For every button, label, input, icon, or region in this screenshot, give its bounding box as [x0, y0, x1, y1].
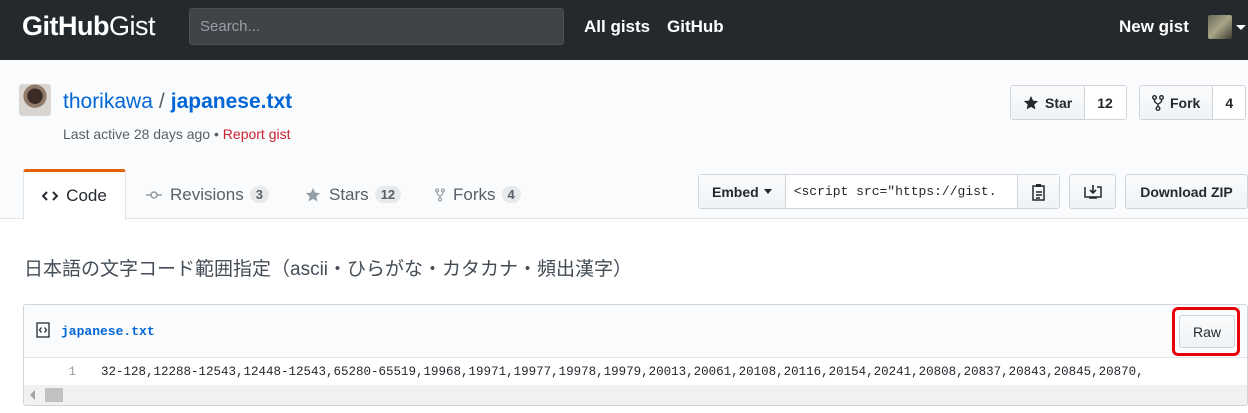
download-button[interactable] [1069, 174, 1116, 209]
chevron-down-icon [763, 189, 772, 194]
search-input[interactable]: Search... [189, 8, 564, 45]
fork-button-group: Fork 4 [1139, 85, 1246, 120]
fork-icon [435, 187, 445, 202]
line-number[interactable]: 1 [24, 365, 76, 379]
copy-clipboard-button[interactable] [1017, 175, 1059, 208]
meta-separator: • [214, 126, 219, 142]
commit-icon [146, 190, 162, 199]
code-line: 1 32-128,12288-12543,12448-12543,65280-6… [24, 359, 1247, 385]
embed-group: Embed <script src="https://gist. [698, 174, 1060, 209]
revisions-counter: 3 [249, 186, 269, 203]
stars-counter: 12 [374, 186, 402, 203]
gist-title: thorikawa / japanese.txt [63, 90, 292, 114]
star-button-group: Star 12 [1010, 85, 1127, 120]
fork-count[interactable]: 4 [1213, 86, 1245, 119]
star-icon [1023, 95, 1039, 109]
tab-revisions-label: Revisions [170, 184, 244, 204]
horizontal-scrollbar[interactable] [24, 385, 1247, 405]
fork-icon [1152, 94, 1164, 111]
new-gist-link[interactable]: New gist [1119, 17, 1189, 37]
highlight-box [1172, 307, 1240, 356]
fork-button[interactable]: Fork [1140, 86, 1214, 119]
gist-meta: Last active 28 days ago • Report gist [63, 126, 291, 142]
clipboard-icon [1031, 183, 1045, 201]
star-button[interactable]: Star [1011, 86, 1086, 119]
star-icon [305, 187, 321, 201]
download-zip-button[interactable]: Download ZIP [1125, 174, 1248, 209]
forks-counter: 4 [501, 186, 521, 203]
file-box: japanese.txt Raw 1 32-128,12288-12543,12… [23, 304, 1248, 406]
scroll-left-icon[interactable] [30, 390, 35, 400]
embed-dropdown-button[interactable]: Embed [699, 175, 786, 208]
nav-all-gists[interactable]: All gists [584, 17, 650, 37]
github-gist-logo[interactable]: GitHubGist [22, 11, 156, 42]
top-navbar: GitHubGist Search... All gists GitHub Ne… [0, 0, 1248, 60]
owner-link[interactable]: thorikawa [63, 90, 153, 113]
user-avatar[interactable] [1208, 15, 1232, 39]
last-active-text: Last active 28 days ago [63, 126, 211, 142]
chevron-down-icon[interactable] [1236, 25, 1246, 30]
star-label: Star [1045, 94, 1073, 111]
nav-github[interactable]: GitHub [667, 17, 724, 37]
tab-code[interactable]: Code [23, 169, 126, 220]
tab-code-label: Code [66, 186, 107, 205]
fork-label: Fork [1170, 94, 1201, 111]
line-content: 32-128,12288-12543,12448-12543,65280-655… [101, 365, 1144, 379]
tab-stars-label: Stars [329, 184, 369, 204]
tab-revisions[interactable]: Revisions 3 [146, 170, 269, 219]
scrollbar-thumb[interactable] [45, 388, 63, 402]
file-code-icon [36, 322, 50, 338]
desktop-download-icon [1083, 184, 1102, 199]
tab-forks[interactable]: Forks 4 [435, 170, 521, 219]
embed-code-input[interactable]: <script src="https://gist. [786, 175, 1017, 208]
tab-forks-label: Forks [453, 184, 496, 204]
gist-description: 日本語の文字コード範囲指定（ascii・ひらがな・カタカナ・頻出漢字） [24, 259, 633, 280]
code-icon [42, 191, 59, 201]
title-separator: / [158, 90, 165, 113]
report-gist-link[interactable]: Report gist [223, 126, 291, 142]
embed-label: Embed [712, 183, 759, 200]
star-count[interactable]: 12 [1085, 86, 1125, 119]
file-name-link[interactable]: japanese.txt [61, 324, 155, 339]
file-header: japanese.txt Raw [24, 305, 1247, 358]
gist-file-link[interactable]: japanese.txt [171, 90, 292, 113]
owner-avatar[interactable] [19, 84, 51, 116]
tab-stars[interactable]: Stars 12 [305, 170, 402, 219]
